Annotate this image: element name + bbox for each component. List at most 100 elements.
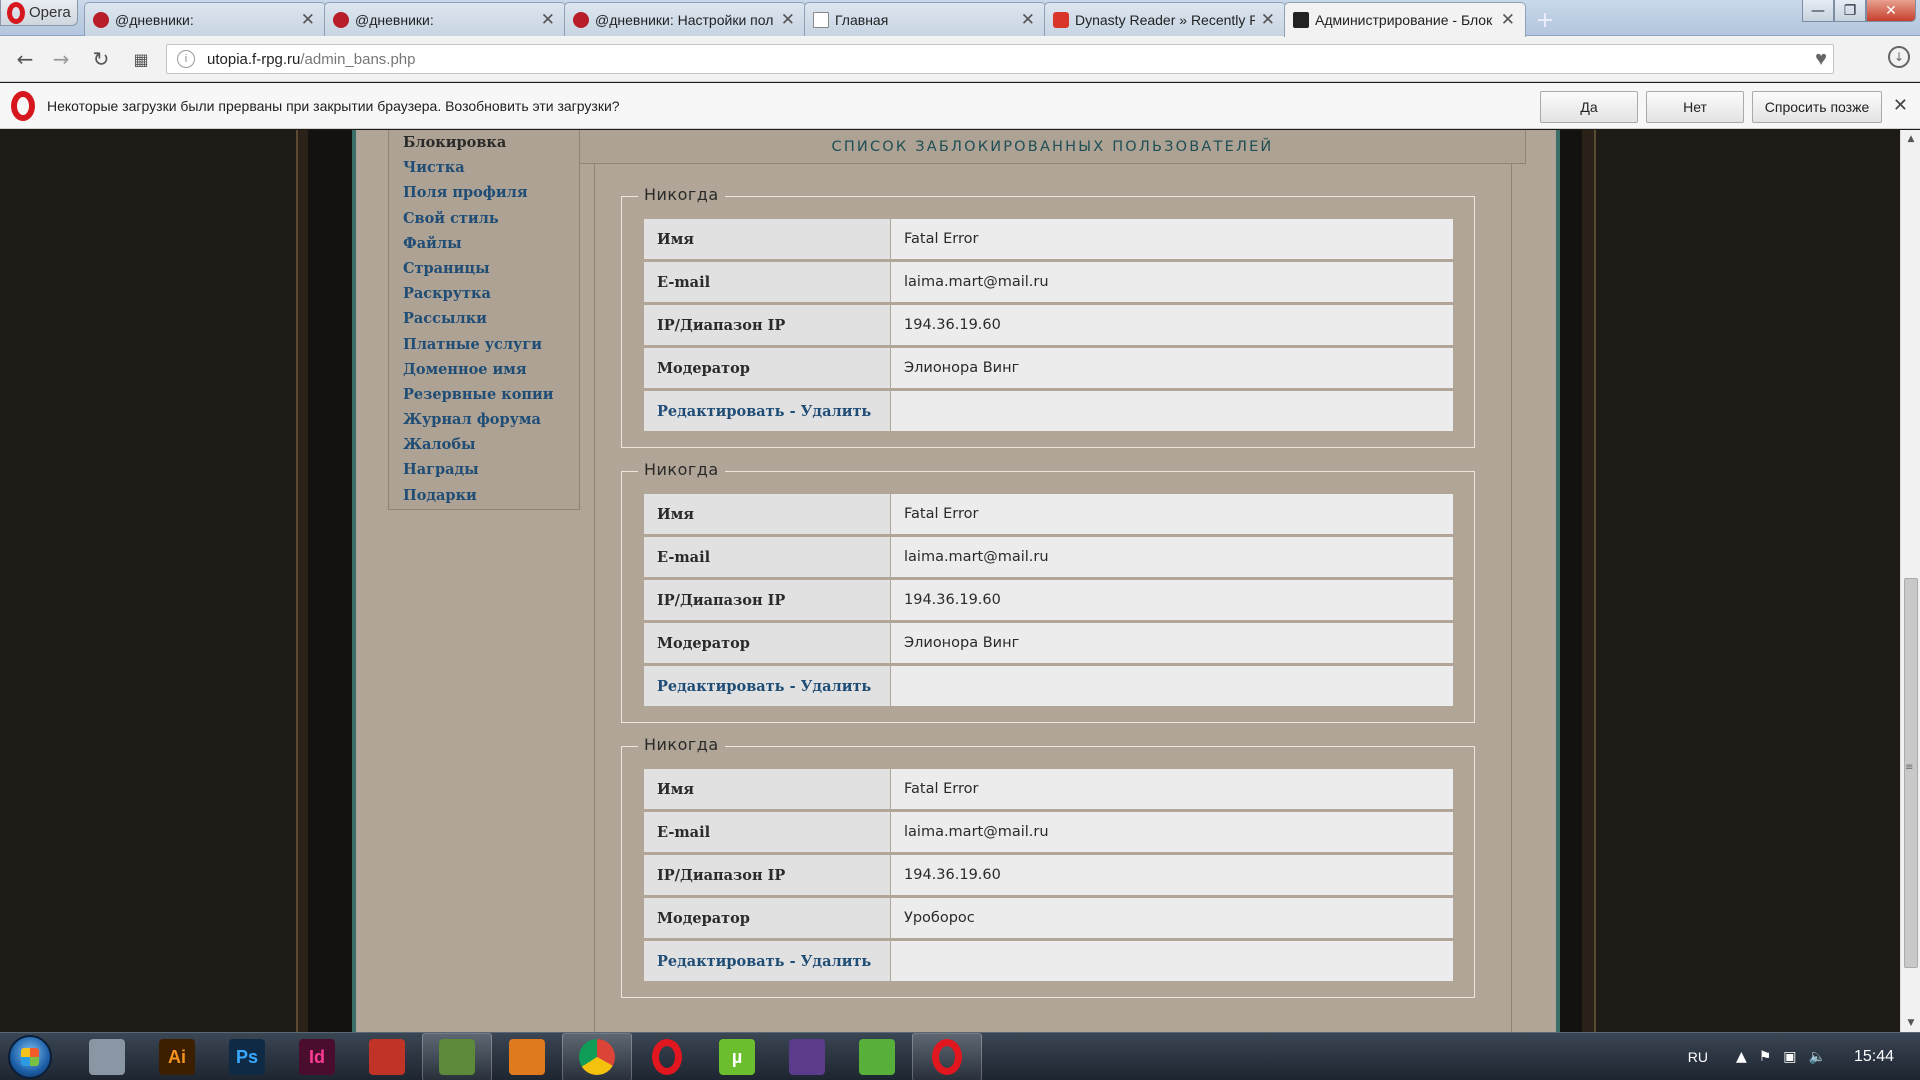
url-host: utopia.f-rpg.ru — [207, 50, 301, 68]
visual-studio-app-button[interactable] — [772, 1033, 842, 1080]
sidebar-item-14[interactable]: Награды — [403, 457, 579, 482]
ccleaner-app-icon — [369, 1039, 405, 1075]
forward-button[interactable]: → — [48, 47, 74, 71]
utorrent-app-icon: µ — [719, 1039, 755, 1075]
indesign-app-button[interactable]: Id — [282, 1033, 352, 1080]
delete-link[interactable]: Удалить — [801, 678, 872, 695]
speed-dial-button[interactable]: ▦ — [128, 47, 154, 71]
ban-table: Имя Fatal Error E-mail laima.mart@mail.ru IP… — [644, 769, 1453, 984]
sidebar-item-2[interactable]: Чистка — [403, 155, 579, 180]
site-info-icon[interactable]: i — [177, 50, 195, 68]
ban-row-ip: IP/Диапазон IP 194.36.19.60 — [644, 305, 1453, 345]
clock[interactable]: 15:44 — [1854, 1048, 1894, 1066]
tab-5[interactable]: Dynasty Reader » Recently R ✕ — [1044, 2, 1286, 36]
tab-close-icon[interactable]: ✕ — [541, 10, 555, 30]
yes-button[interactable]: Да — [1540, 91, 1638, 123]
chrome-app-button[interactable] — [562, 1033, 632, 1080]
icq-app-button[interactable] — [842, 1033, 912, 1080]
ban-label-moderator: Модератор — [644, 348, 890, 388]
sidebar-item-7[interactable]: Раскрутка — [403, 281, 579, 306]
reload-button[interactable]: ↻ — [88, 47, 114, 71]
sidebar-menu: Блокировка Чистка Поля профиля Свой стиль Фа… — [389, 130, 579, 508]
page-border-right-inner — [1560, 130, 1582, 1032]
scroll-down-arrow[interactable]: ▼ — [1901, 1014, 1920, 1032]
window-close-button[interactable]: ✕ — [1866, 0, 1916, 22]
tab-6[interactable]: Администрирование - Блок ✕ — [1284, 2, 1526, 37]
close-icon[interactable]: ✕ — [1893, 95, 1908, 116]
sidebar-item-13[interactable]: Жалобы — [403, 432, 579, 457]
sidebar-item-9[interactable]: Платные услуги — [403, 332, 579, 357]
sidebar-item-4[interactable]: Свой стиль — [403, 206, 579, 231]
ban-entry: Никогда Имя Fatal Error E-mail laima.mart@ma… — [621, 460, 1475, 723]
ban-value-name: Fatal Error — [891, 494, 1453, 534]
viewer-app-button[interactable] — [492, 1033, 562, 1080]
photoshop-app-icon: Ps — [229, 1039, 265, 1075]
ban-value-email: laima.mart@mail.ru — [891, 262, 1453, 302]
opera-app-button[interactable] — [632, 1033, 702, 1080]
ask-later-button[interactable]: Спросить позже — [1752, 91, 1882, 123]
sidebar-item-3[interactable]: Поля профиля — [403, 180, 579, 205]
tab-1[interactable]: @дневники: ✕ — [84, 2, 326, 36]
sidebar-item-5[interactable]: Файлы — [403, 231, 579, 256]
no-button[interactable]: Нет — [1646, 91, 1744, 123]
tab-close-icon[interactable]: ✕ — [1021, 10, 1035, 30]
volume-icon[interactable]: 🔈 — [1809, 1049, 1826, 1065]
sidebar-item-8[interactable]: Рассылки — [403, 306, 579, 331]
language-indicator[interactable]: RU — [1688, 1049, 1708, 1065]
photoshop-app-button[interactable]: Ps — [212, 1033, 282, 1080]
diary-favicon-icon — [93, 11, 109, 28]
tab-close-icon[interactable]: ✕ — [1261, 10, 1275, 30]
start-button[interactable] — [8, 1035, 52, 1079]
maximize-button[interactable]: ❐ — [1834, 0, 1866, 22]
ban-row-name: Имя Fatal Error — [644, 769, 1453, 809]
scrollbar-grip-icon: ≡ — [1905, 762, 1914, 773]
minimize-button[interactable]: — — [1802, 0, 1834, 22]
tab-close-icon[interactable]: ✕ — [1501, 10, 1515, 30]
sidebar-item-12[interactable]: Журнал форума — [403, 407, 579, 432]
dynasty-favicon-icon — [1053, 11, 1069, 28]
bans-panel: Никогда Имя Fatal Error E-mail laima.mart@ma… — [594, 164, 1512, 1032]
ban-value-ip: 194.36.19.60 — [891, 580, 1453, 620]
sidebar-item-11[interactable]: Резервные копии — [403, 382, 579, 407]
ban-table: Имя Fatal Error E-mail laima.mart@mail.ru IP… — [644, 494, 1453, 709]
download-icon[interactable]: ↓ — [1888, 46, 1910, 68]
scrollbar-thumb[interactable] — [1904, 578, 1918, 968]
heart-icon[interactable]: ♥ — [1815, 48, 1827, 71]
back-button[interactable]: ← — [12, 47, 38, 71]
ban-expiry-legend: Никогда — [638, 735, 725, 754]
printer-app-button[interactable] — [72, 1033, 142, 1080]
page-scrollbar[interactable]: ▲ ≡ ▼ — [1900, 130, 1920, 1032]
printer-app-icon — [89, 1039, 125, 1075]
edit-link[interactable]: Редактировать — [657, 953, 785, 970]
sidebar-item-6[interactable]: Страницы — [403, 256, 579, 281]
opera-app-2-button[interactable] — [912, 1033, 982, 1080]
ban-expiry-legend: Никогда — [638, 460, 725, 479]
illustrator-app-button[interactable]: Ai — [142, 1033, 212, 1080]
tab-4[interactable]: Главная ✕ — [804, 2, 1046, 36]
ban-value-moderator: Элионора Винг — [891, 623, 1453, 663]
recycle-app-button[interactable] — [422, 1033, 492, 1080]
tab-close-icon[interactable]: ✕ — [781, 10, 795, 30]
delete-link[interactable]: Удалить — [801, 953, 872, 970]
ban-expiry-legend: Никогда — [638, 185, 725, 204]
scroll-up-arrow[interactable]: ▲ — [1901, 130, 1920, 148]
edit-link[interactable]: Редактировать — [657, 678, 785, 695]
sidebar-item-10[interactable]: Доменное имя — [403, 357, 579, 382]
url-input[interactable]: i utopia.f-rpg.ru/admin_bans.php ♥ — [166, 44, 1834, 74]
tab-3[interactable]: @дневники: Настройки пол ✕ — [564, 2, 806, 36]
ban-label-email: E-mail — [644, 537, 890, 577]
tray-expand-icon[interactable]: ▲ — [1736, 1049, 1747, 1065]
delete-link[interactable]: Удалить — [801, 403, 872, 420]
opera-menu-button[interactable]: Opera — [0, 0, 78, 26]
ban-label-ip: IP/Диапазон IP — [644, 305, 890, 345]
edit-link[interactable]: Редактировать — [657, 403, 785, 420]
tab-2[interactable]: @дневники: ✕ — [324, 2, 566, 36]
sidebar-item-15[interactable]: Подарки — [403, 483, 579, 508]
utorrent-app-button[interactable]: µ — [702, 1033, 772, 1080]
new-tab-button[interactable]: + — [1530, 5, 1560, 35]
network-icon[interactable]: ▣ — [1783, 1049, 1796, 1065]
tab-close-icon[interactable]: ✕ — [301, 10, 315, 30]
sidebar-item-1[interactable]: Блокировка — [403, 130, 579, 155]
flag-icon[interactable]: ⚑ — [1759, 1049, 1772, 1065]
ccleaner-app-button[interactable] — [352, 1033, 422, 1080]
